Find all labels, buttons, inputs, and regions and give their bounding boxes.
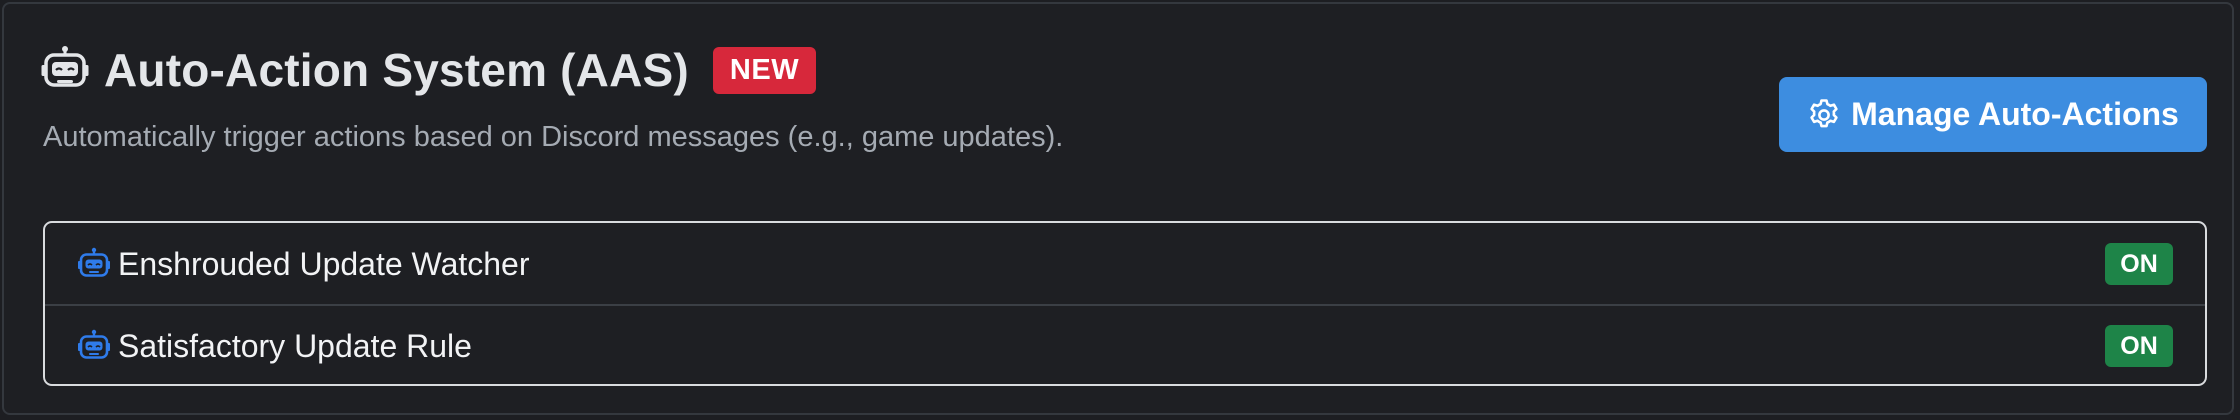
page-title: Auto-Action System (AAS) bbox=[104, 44, 689, 96]
rule-name: Enshrouded Update Watcher bbox=[118, 245, 530, 282]
robot-icon bbox=[40, 45, 90, 95]
list-item[interactable]: Satisfactory Update Rule ON bbox=[45, 304, 2205, 384]
robot-icon bbox=[77, 329, 111, 363]
panel-header: Auto-Action System (AAS) NEW bbox=[40, 40, 817, 100]
status-badge[interactable]: ON bbox=[2105, 242, 2173, 285]
robot-icon bbox=[77, 247, 111, 281]
rule-name: Satisfactory Update Rule bbox=[118, 327, 472, 364]
panel-description: Automatically trigger actions based on D… bbox=[43, 121, 1064, 153]
manage-auto-actions-button[interactable]: Manage Auto-Actions bbox=[1779, 77, 2207, 152]
manage-auto-actions-label: Manage Auto-Actions bbox=[1851, 96, 2179, 132]
new-badge: NEW bbox=[712, 46, 817, 94]
list-item[interactable]: Enshrouded Update Watcher ON bbox=[45, 223, 2205, 304]
auto-action-rule-list: Enshrouded Update Watcher ON Satisfactor… bbox=[43, 221, 2207, 386]
gear-icon bbox=[1807, 98, 1841, 132]
status-badge[interactable]: ON bbox=[2105, 324, 2173, 367]
auto-action-panel: Auto-Action System (AAS) NEW Automatical… bbox=[2, 2, 2234, 415]
